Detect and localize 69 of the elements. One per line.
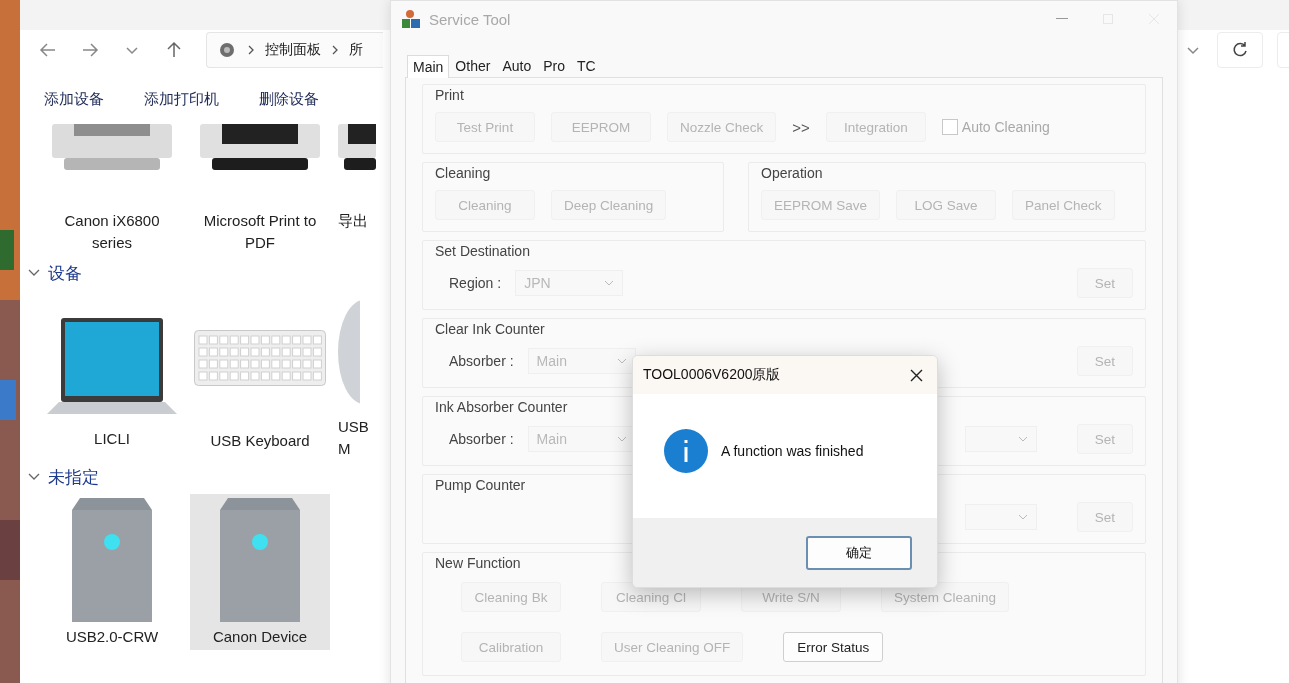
tab[interactable]: TC (571, 54, 602, 77)
group-title: Cleaning (435, 165, 491, 181)
printer-icon (200, 124, 320, 170)
group-title: Pump Counter (435, 477, 526, 493)
window-title: Service Tool (429, 10, 511, 28)
device-label: USB2.0-CRW (64, 627, 160, 647)
minimize-icon (1056, 18, 1068, 20)
breadcrumb-item[interactable]: 控制面板 (265, 41, 321, 59)
close-icon[interactable] (910, 368, 923, 382)
device-item[interactable]: USB Keyboard (190, 290, 330, 460)
chevron-down-icon (616, 358, 627, 364)
chevron-down-icon[interactable] (28, 473, 40, 481)
chevron-down-icon (604, 280, 615, 286)
group-heading: 设备 (48, 262, 82, 285)
group-title: Set Destination (435, 243, 530, 259)
drive-icon (220, 498, 300, 622)
command-link[interactable]: 添加打印机 (144, 89, 219, 109)
chevron-down-icon (616, 436, 627, 442)
tab[interactable]: Auto (496, 54, 538, 77)
mouse-icon (338, 300, 360, 404)
tab[interactable]: Other (449, 54, 497, 77)
device-item[interactable]: Canon iX6800 series (42, 124, 182, 256)
action-button[interactable]: Error Status (783, 632, 884, 662)
field-label: Region : (449, 275, 502, 291)
group-heading: 未指定 (48, 466, 99, 489)
refresh-icon (1231, 41, 1249, 59)
device-item[interactable]: LICLI (42, 290, 182, 460)
device-label: Microsoft Print to PDF (202, 211, 318, 253)
chevron-right-icon (331, 45, 339, 55)
keyboard-icon (194, 330, 326, 386)
dialog-title: TOOL0006V6200原版 (643, 366, 781, 384)
printer-icon (52, 124, 172, 170)
device-label: Canon iX6800 series (63, 211, 161, 253)
command-link[interactable]: 添加设备 (44, 89, 104, 109)
device-label: USB M (338, 417, 370, 459)
group-title: Ink Absorber Counter (435, 399, 568, 415)
device-label: USB Keyboard (209, 431, 311, 451)
breadcrumb-item[interactable]: 所 (349, 41, 363, 59)
device-label: Canon Device (211, 627, 309, 647)
group-title: Clear Ink Counter (435, 321, 545, 337)
group-title: New Function (435, 555, 521, 571)
tab[interactable]: Main (407, 55, 450, 78)
field-label: Absorber : (449, 431, 514, 447)
address-bar[interactable]: 控制面板 所 (206, 32, 383, 68)
arrow-text: >> (792, 118, 810, 136)
refresh-button[interactable] (1217, 32, 1263, 68)
device-item[interactable]: USB M (338, 290, 378, 460)
printer-icon (338, 124, 376, 170)
tab[interactable]: Pro (537, 54, 571, 77)
info-icon (663, 428, 709, 474)
device-label: LICLI (93, 429, 131, 449)
laptop-icon (47, 318, 177, 414)
drive-icon (72, 498, 152, 622)
group-title: Operation (761, 165, 823, 181)
ok-button[interactable]: 确定 (806, 535, 912, 570)
field-label: Absorber : (449, 353, 514, 369)
device-item[interactable]: 导出 (338, 124, 378, 256)
dialog-message: A function was finished (721, 443, 864, 459)
device-item[interactable]: Canon Device (190, 494, 330, 650)
chevron-right-icon (247, 45, 255, 55)
device-item[interactable]: Microsoft Print to PDF (190, 124, 330, 256)
chevron-down-icon (1018, 514, 1028, 520)
command-link[interactable]: 删除设备 (259, 89, 319, 109)
device-label: 导出 (338, 211, 369, 231)
device-item[interactable]: USB2.0-CRW (42, 494, 182, 650)
chevron-down-icon (1018, 436, 1028, 442)
app-icon (401, 9, 421, 29)
chevron-down-icon[interactable] (28, 269, 40, 277)
group-title: Print (435, 87, 464, 103)
